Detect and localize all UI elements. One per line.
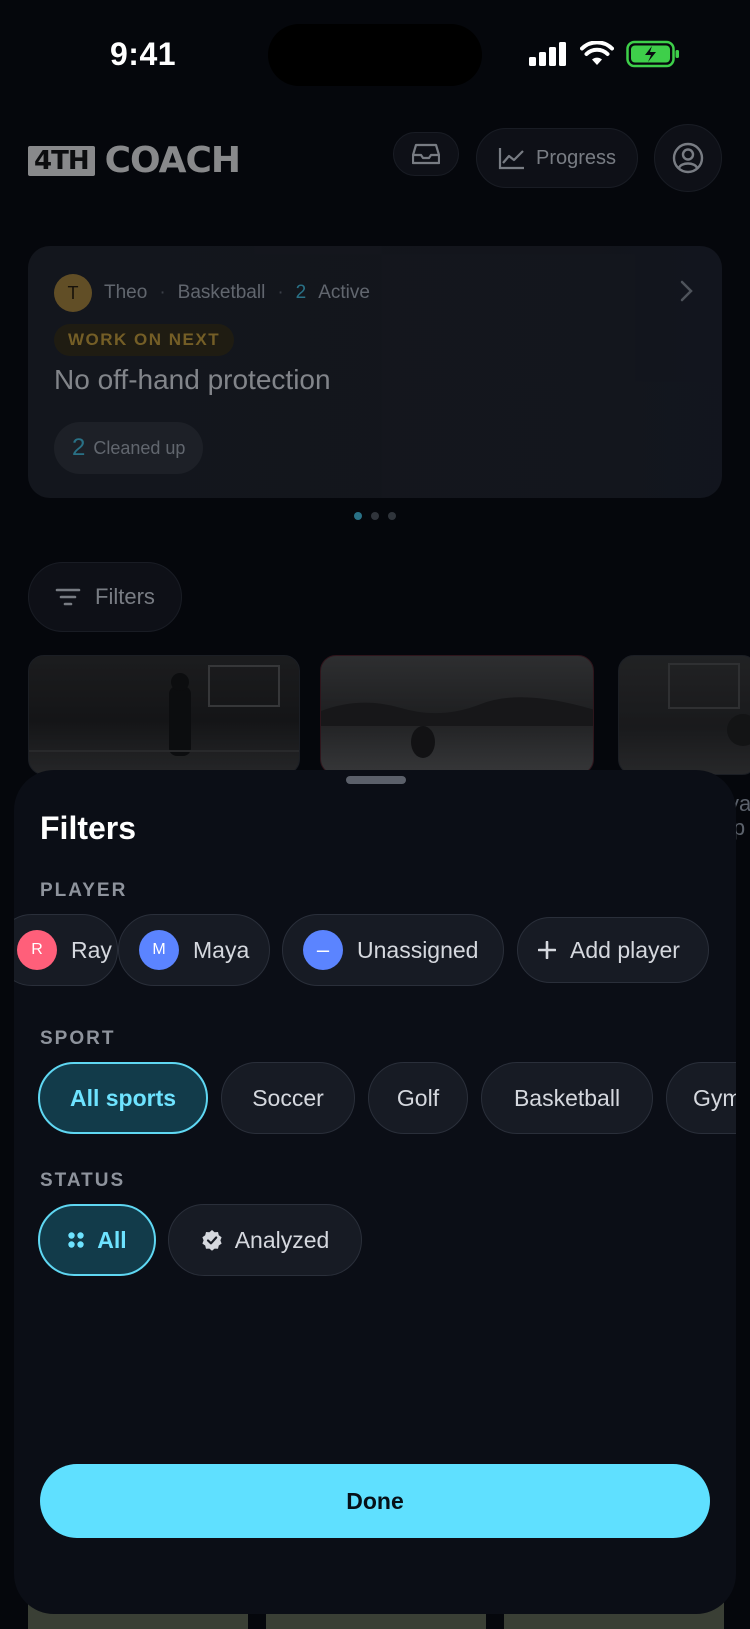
cleaned-label: Cleaned up <box>93 437 186 458</box>
sport-chip-soccer[interactable]: Soccer <box>221 1062 355 1134</box>
active-count: 2 <box>295 282 307 303</box>
progress-label: Progress <box>535 146 617 169</box>
work-on-next-tag: WORK ON NEXT <box>54 324 235 356</box>
player-avatar-maya: M <box>139 930 179 970</box>
progress-button[interactable]: Progress <box>476 128 638 188</box>
sport-chip-label: All sports <box>69 1084 177 1111</box>
cleaned-up-badge: 2 Cleaned up <box>54 422 204 474</box>
done-button[interactable]: Done <box>40 1464 710 1538</box>
status-icons <box>528 40 680 68</box>
sport-chip-gymnastics[interactable]: Gymnastics <box>666 1062 736 1134</box>
filters-sheet: Filters PLAYER R Ray M Maya – Unassigned… <box>14 770 736 1614</box>
status-chip-label: Analyzed <box>234 1226 330 1253</box>
add-player-button[interactable]: Add player <box>517 917 709 983</box>
status-chip-label: All <box>97 1226 127 1253</box>
video-frame-image <box>668 663 750 746</box>
sport-chip-golf[interactable]: Golf <box>368 1062 468 1134</box>
player-section-label: PLAYER <box>40 880 128 901</box>
active-label: Active <box>318 282 370 303</box>
sport-chip-label: Golf <box>396 1084 440 1111</box>
cleaned-count: 2 <box>72 434 86 461</box>
sport-chip-label: Gymnastics <box>693 1084 736 1111</box>
focus-card[interactable]: T Theo · Basketball · 2 Active WORK ON N… <box>28 246 722 498</box>
sport-chip-label: Soccer <box>252 1084 324 1111</box>
page-dot <box>371 512 379 520</box>
player-avatar-ray: R <box>17 930 57 970</box>
logo-word-text: COACH <box>104 140 241 181</box>
video-thumbnail[interactable] <box>320 655 594 775</box>
profile-button[interactable] <box>654 124 722 192</box>
filters-button[interactable]: Filters <box>28 562 182 632</box>
cellular-signal-icon <box>529 42 566 66</box>
unassigned-avatar-icon: – <box>303 930 343 970</box>
verified-badge-icon <box>202 1230 222 1251</box>
app-logo: 4TH COACH <box>28 140 241 181</box>
sport-chip-label: Basketball <box>513 1084 621 1111</box>
sport-chip-all-sports[interactable]: All sports <box>38 1062 208 1134</box>
battery-charging-icon <box>626 40 679 68</box>
add-player-label: Add player <box>570 936 680 963</box>
logo-box-text: 4TH <box>28 145 95 176</box>
player-name: Theo <box>104 282 148 303</box>
trend-chart-icon <box>498 148 524 170</box>
dimmed-home-content: 4TH COACH Progress T Theo · Basketball ·… <box>0 110 750 775</box>
sport-chip-basketball[interactable]: Basketball <box>481 1062 653 1134</box>
grid-dots-icon <box>68 1232 84 1248</box>
separator-dot: · <box>277 282 284 303</box>
carousel-page-dots <box>354 512 396 520</box>
sport-name: Basketball <box>177 282 266 303</box>
player-chip-label: Unassigned <box>357 936 479 963</box>
video-frame-image <box>321 697 593 758</box>
separator-dot: · <box>159 282 166 303</box>
video-frame-image <box>29 665 299 756</box>
filter-lines-icon <box>55 588 81 606</box>
user-avatar-icon <box>672 142 704 174</box>
status-chip-analyzed[interactable]: Analyzed <box>168 1204 362 1276</box>
sport-section-label: SPORT <box>40 1028 116 1049</box>
focus-card-title: No off-hand protection <box>54 364 331 395</box>
player-chip-label: Ray <box>71 936 112 963</box>
inbox-icon <box>412 143 440 165</box>
chevron-right-icon <box>680 280 693 302</box>
player-chip-unassigned[interactable]: – Unassigned <box>282 914 504 986</box>
player-chip-maya[interactable]: M Maya <box>118 914 270 986</box>
video-thumbnail[interactable] <box>618 655 750 775</box>
status-chip-all[interactable]: All <box>38 1204 156 1276</box>
player-avatar: T <box>54 274 92 312</box>
status-time: 9:41 <box>110 36 177 72</box>
inbox-button[interactable] <box>393 132 459 176</box>
wifi-icon <box>580 41 614 65</box>
filters-button-label: Filters <box>95 584 155 609</box>
status-bar: 9:41 <box>0 0 750 110</box>
player-chip-label: Maya <box>193 936 250 963</box>
status-section-label: STATUS <box>40 1170 126 1191</box>
sheet-title: Filters <box>40 810 137 846</box>
player-chip-ray[interactable]: R Ray <box>14 914 118 986</box>
page-dot-active <box>354 512 362 520</box>
page-dot <box>388 512 396 520</box>
sheet-drag-handle[interactable] <box>346 776 406 784</box>
dynamic-island <box>268 24 482 86</box>
video-thumbnail[interactable] <box>28 655 300 775</box>
plus-icon <box>538 941 556 959</box>
focus-card-meta: T Theo · Basketball · 2 Active <box>54 274 370 312</box>
